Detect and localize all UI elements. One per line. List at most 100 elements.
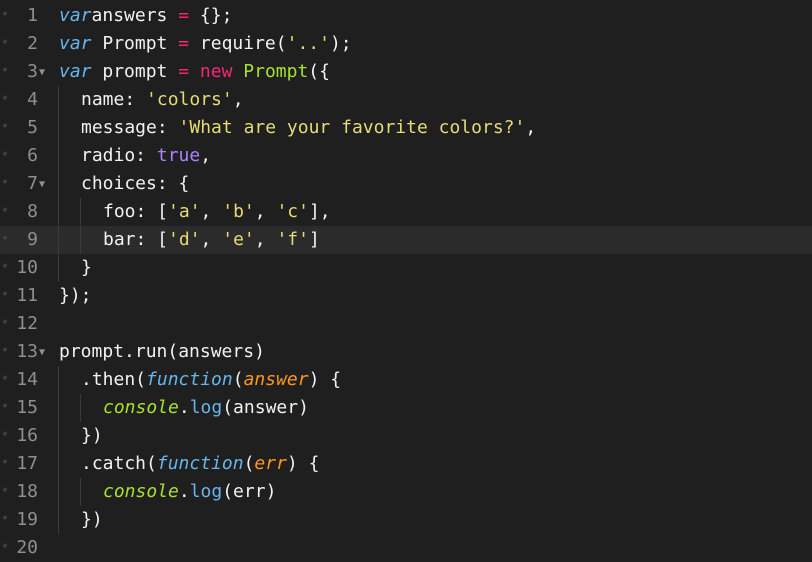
code-line[interactable]: ★ 6 radio: true,: [0, 142, 812, 170]
code-token: answers: [91, 5, 179, 26]
gutter-cell: ★ 4: [0, 86, 56, 114]
gutter-cell: ★ 11: [0, 282, 56, 310]
line-code-text: message: 'What are your favorite colors?…: [81, 116, 536, 140]
code-token: ,: [200, 145, 212, 166]
line-text-area[interactable]: console.log(answer): [56, 394, 812, 422]
code-line[interactable]: ★ 13 ▼ prompt.run(answers): [0, 338, 812, 366]
code-token: var: [59, 61, 92, 82]
line-number: 17: [16, 453, 38, 474]
line-text-area[interactable]: console.log(err): [56, 478, 812, 506]
code-line[interactable]: ★ 16}): [0, 422, 812, 450]
code-token: .then(: [81, 369, 147, 390]
line-text-area[interactable]: choices: {: [56, 170, 812, 198]
line-number: 14: [16, 369, 38, 390]
line-code-text: console.log(err): [103, 480, 276, 504]
code-token: ,: [254, 201, 277, 222]
code-token: new: [199, 61, 233, 82]
line-code-text: choices: {: [81, 172, 189, 196]
code-token: 'b': [222, 201, 255, 222]
code-line[interactable]: ★ 10}: [0, 254, 812, 282]
indent-guide: [58, 198, 59, 226]
code-token: ,: [200, 201, 223, 222]
fold-arrow-icon[interactable]: ▼: [39, 347, 45, 358]
code-line[interactable]: ★ 18 console.log(err): [0, 478, 812, 506]
code-line[interactable]: ★ 11});: [0, 282, 812, 310]
code-token: =: [178, 61, 190, 82]
code-line[interactable]: ★ 3 ▼ var prompt = new Prompt({: [0, 58, 812, 86]
line-code-text: bar: ['d', 'e', 'f']: [103, 228, 320, 252]
line-text-area[interactable]: [56, 534, 812, 562]
code-line[interactable]: ★ 19}): [0, 506, 812, 534]
line-code-text: varanswers = {};: [59, 4, 232, 28]
line-text-area[interactable]: message: 'What are your favorite colors?…: [56, 114, 812, 142]
code-token: Prompt: [91, 33, 179, 54]
code-token: 'e': [222, 229, 255, 250]
gutter-cell: ★ 6: [0, 142, 56, 170]
line-text-area[interactable]: var Prompt = require('..');: [56, 30, 812, 58]
code-editor[interactable]: ★ 1 varanswers = {}; ★ 2 var Prompt = require…: [0, 0, 812, 558]
code-line[interactable]: ★ 17 .catch(function(err) {: [0, 450, 812, 478]
code-token: =: [178, 5, 190, 26]
line-text-area[interactable]: bar: ['d', 'e', 'f']: [56, 226, 812, 254]
code-token: true: [156, 145, 201, 166]
fold-arrow-icon[interactable]: ▼: [39, 67, 45, 78]
code-line[interactable]: ★ 1 varanswers = {};: [0, 2, 812, 30]
code-token: 'What are your favorite colors?': [178, 117, 526, 138]
indent-guide: [80, 226, 81, 254]
code-line[interactable]: ★ 20: [0, 534, 812, 562]
indent-guide: [58, 394, 59, 422]
line-text-area[interactable]: }): [56, 422, 812, 450]
code-token: Prompt: [243, 61, 309, 82]
code-token: .: [178, 397, 190, 418]
code-line[interactable]: ★ 8 foo: ['a', 'b', 'c'],: [0, 198, 812, 226]
code-token: console: [103, 481, 179, 502]
line-text-area[interactable]: name: 'colors',: [56, 86, 812, 114]
indent-guide: [58, 366, 59, 394]
indent-guide: [58, 142, 59, 170]
code-line[interactable]: ★ 4 name: 'colors',: [0, 86, 812, 114]
line-number: 7: [27, 173, 38, 194]
line-text-area[interactable]: [56, 310, 812, 338]
line-text-area[interactable]: foo: ['a', 'b', 'c'],: [56, 198, 812, 226]
line-code-text: foo: ['a', 'b', 'c'],: [103, 200, 331, 224]
indent-guide: [80, 478, 81, 506]
gutter-cell: ★ 1: [0, 2, 56, 30]
fold-arrow-icon[interactable]: ▼: [39, 179, 45, 190]
line-text-area[interactable]: prompt.run(answers): [56, 338, 812, 366]
indent-guide: [58, 170, 59, 198]
code-token: });: [59, 285, 92, 306]
code-token: ],: [308, 201, 331, 222]
code-token: err: [254, 453, 287, 474]
line-text-area[interactable]: varanswers = {};: [56, 2, 812, 30]
gutter-cell: ★ 9: [0, 226, 56, 254]
gutter-cell: ★ 19: [0, 506, 56, 534]
code-token: }): [81, 509, 103, 530]
code-line[interactable]: ★ 2 var Prompt = require('..');: [0, 30, 812, 58]
line-text-area[interactable]: var prompt = new Prompt({: [56, 58, 812, 86]
code-line[interactable]: ★ 12: [0, 310, 812, 338]
code-line[interactable]: ★ 9 bar: ['d', 'e', 'f']: [0, 226, 812, 254]
code-token: ,: [232, 89, 244, 110]
line-text-area[interactable]: .catch(function(err) {: [56, 450, 812, 478]
line-text-area[interactable]: .then(function(answer) {: [56, 366, 812, 394]
code-token: log: [189, 481, 223, 502]
line-text-area[interactable]: }: [56, 254, 812, 282]
code-line[interactable]: ★ 5 message: 'What are your favorite color…: [0, 114, 812, 142]
code-area[interactable]: ★ 1 varanswers = {}; ★ 2 var Prompt = require…: [0, 0, 812, 558]
line-number: 4: [27, 89, 38, 110]
line-code-text: var Prompt = require('..');: [59, 32, 352, 56]
code-token: function: [156, 453, 244, 474]
indent-guide: [58, 450, 59, 478]
line-text-area[interactable]: radio: true,: [56, 142, 812, 170]
line-text-area[interactable]: }): [56, 506, 812, 534]
code-token: (err): [222, 481, 277, 502]
code-line[interactable]: ★ 7 ▼ choices: {: [0, 170, 812, 198]
code-line[interactable]: ★ 14 .then(function(answer) {: [0, 366, 812, 394]
code-token: ,: [200, 229, 223, 250]
gutter-cell: ★ 5: [0, 114, 56, 142]
code-token: function: [146, 369, 233, 390]
code-token: var: [59, 5, 92, 26]
line-text-area[interactable]: });: [56, 282, 812, 310]
code-line[interactable]: ★ 15 console.log(answer): [0, 394, 812, 422]
